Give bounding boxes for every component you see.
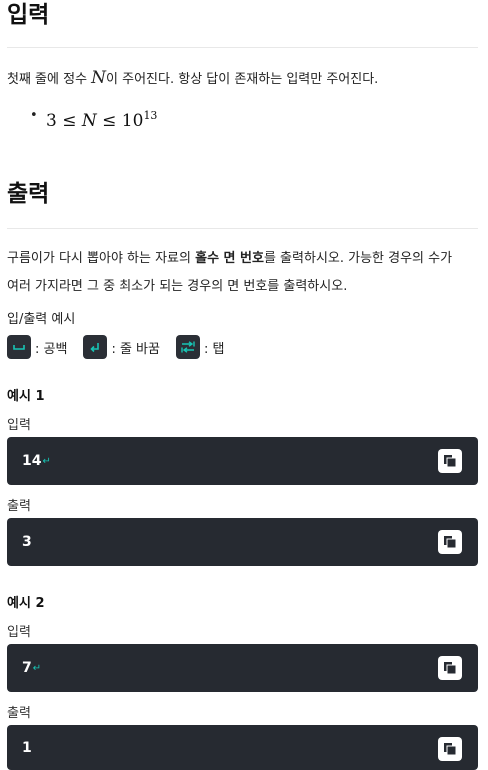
divider (7, 228, 478, 229)
example-1-input-label: 입력 (7, 418, 31, 433)
legend-label-newline: : 줄 바꿈 (111, 341, 160, 357)
newline-icon (83, 335, 108, 359)
copy-icon (444, 536, 457, 549)
newline-icon: ↵ (42, 455, 51, 467)
example-1-input-value: 14 (22, 453, 42, 469)
input-text-after: 이 주어진다. 항상 답이 존재하는 입력만 주어진다. (106, 72, 379, 87)
example-1-output-label: 출력 (7, 499, 31, 514)
divider (7, 47, 478, 48)
tab-icon (175, 335, 200, 359)
copy-button[interactable] (438, 449, 462, 473)
constraint-formula: 3 ≤ N ≤ 1013 (46, 105, 157, 132)
example-1-input-box: 14 ↵ (7, 437, 478, 485)
output-text-after: 를 출력하시오. 가능한 경우의 수가 (263, 251, 453, 266)
example-2-output-value: 1 (22, 739, 32, 756)
copy-icon (444, 455, 457, 468)
output-text-bold: 홀수 면 번호 (195, 251, 264, 266)
example-2-input-box: 7 ↵ (7, 644, 478, 692)
example-2-title: 예시 2 (7, 596, 45, 611)
whitespace-legend: : 공백 : 줄 바꿈 : 탭 (7, 335, 224, 359)
example-1-output-value: 3 (22, 534, 32, 550)
copy-button[interactable] (438, 530, 462, 554)
constraint-var: N (81, 111, 97, 131)
example-2-input-value: 7 (22, 660, 32, 676)
output-description-line1: 구름이가 다시 뽑아야 하는 자료의 홀수 면 번호를 출력하시오. 가능한 경… (7, 249, 452, 268)
copy-button[interactable] (438, 656, 462, 680)
space-icon (7, 335, 31, 359)
bullet: • (30, 108, 38, 123)
example-2-input-label: 입력 (7, 625, 31, 640)
constraint-low: 3 ≤ (46, 111, 82, 131)
constraint-exp: 13 (143, 109, 158, 122)
copy-button[interactable] (438, 737, 462, 761)
legend-label-space: : 공백 (35, 341, 68, 357)
copy-icon (444, 662, 457, 675)
constraint-rel: ≤ 10 (96, 111, 144, 131)
input-description: 첫째 줄에 정수 N이 주어진다. 항상 답이 존재하는 입력만 주어진다. (7, 69, 378, 89)
example-2-output-label: 출력 (7, 706, 31, 721)
example-1-title: 예시 1 (7, 389, 45, 404)
math-var-n: N (91, 68, 107, 88)
output-heading: 출력 (7, 181, 50, 207)
examples-header: 입/출력 예시 (7, 312, 76, 327)
copy-icon (444, 743, 457, 756)
newline-icon: ↵ (32, 662, 42, 674)
input-text-before: 첫째 줄에 정수 (7, 72, 92, 87)
output-text-before: 구름이가 다시 뽑아야 하는 자료의 (7, 251, 196, 266)
legend-label-tab: : 탭 (203, 341, 225, 357)
input-heading: 입력 (7, 2, 50, 28)
example-1-output-box: 3 (7, 518, 478, 566)
example-2-output-box: 1 (7, 725, 478, 770)
output-description-line2: 여러 가지라면 그 중 최소가 되는 경우의 면 번호를 출력하시오. (7, 279, 348, 294)
